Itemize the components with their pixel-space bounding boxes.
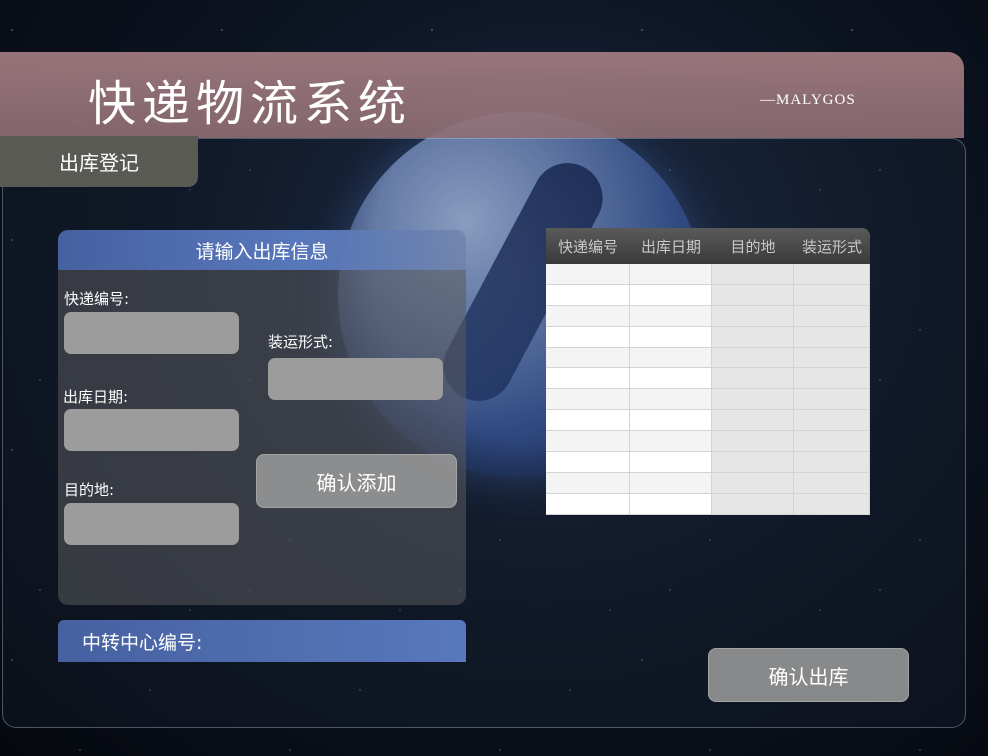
table-cell — [630, 264, 712, 285]
table-cell — [630, 410, 712, 432]
table-cell — [546, 284, 630, 306]
table-cell — [546, 305, 630, 327]
table-row[interactable] — [546, 305, 870, 327]
table-cell — [630, 389, 712, 411]
table-cell — [794, 347, 870, 369]
table-row[interactable] — [546, 368, 870, 390]
table-cell — [546, 368, 630, 390]
table-cell — [630, 326, 712, 348]
table-row[interactable] — [546, 431, 870, 453]
table-cell — [794, 389, 870, 411]
table-cell — [630, 452, 712, 473]
table-cell — [794, 410, 870, 432]
table-header: 快递编号 出库日期 目的地 装运形式 — [546, 228, 870, 264]
table-cell — [712, 305, 794, 327]
table-cell — [546, 431, 630, 453]
table-cell — [794, 431, 870, 453]
brand-signature: —MALYGOS — [760, 92, 856, 108]
table-row[interactable] — [546, 264, 870, 285]
table-cell — [712, 410, 794, 432]
table-cell — [794, 472, 870, 494]
column-header-destination[interactable]: 目的地 — [712, 228, 794, 264]
table-cell — [794, 493, 870, 515]
table-cell — [546, 410, 630, 432]
table-cell — [712, 472, 794, 494]
shipping-method-label: 装运形式: — [268, 333, 334, 351]
table-cell — [630, 472, 712, 494]
table-cell — [712, 368, 794, 390]
table-cell — [546, 493, 630, 515]
shipping-method-input[interactable] — [268, 358, 443, 400]
table-cell — [546, 264, 630, 285]
table-row[interactable] — [546, 347, 870, 369]
column-header-ship-date[interactable]: 出库日期 — [630, 228, 712, 264]
table-row[interactable] — [546, 493, 870, 515]
confirm-add-button[interactable]: 确认添加 — [256, 454, 457, 508]
table-row[interactable] — [546, 410, 870, 432]
table-cell — [630, 368, 712, 390]
table-cell — [630, 347, 712, 369]
tracking-number-label: 快递编号: — [64, 290, 130, 308]
table-cell — [712, 493, 794, 515]
tracking-number-input[interactable] — [64, 312, 239, 354]
form-title: 请输入出库信息 — [58, 230, 466, 270]
table-cell — [794, 452, 870, 473]
table-cell — [546, 472, 630, 494]
table-cell — [794, 326, 870, 348]
table-cell — [712, 326, 794, 348]
table-cell — [630, 284, 712, 306]
confirm-outbound-button[interactable]: 确认出库 — [708, 648, 909, 702]
app-title: 快递物流系统 — [88, 76, 413, 132]
column-header-shipping-method[interactable]: 装运形式 — [794, 228, 870, 264]
table-row[interactable] — [546, 326, 870, 348]
table-cell — [794, 264, 870, 285]
table-cell — [794, 305, 870, 327]
column-header-tracking-number[interactable]: 快递编号 — [546, 228, 630, 264]
transfer-center-field[interactable]: 中转中心编号: — [58, 620, 466, 662]
table-cell — [546, 326, 630, 348]
table-cell — [712, 347, 794, 369]
table-cell — [712, 431, 794, 453]
table-cell — [712, 264, 794, 285]
ship-date-label: 出库日期: — [63, 388, 129, 406]
table-row[interactable] — [546, 452, 870, 473]
table-body — [546, 264, 870, 515]
table-cell — [630, 431, 712, 453]
table-cell — [546, 389, 630, 411]
table-cell — [712, 389, 794, 411]
table-cell — [630, 493, 712, 515]
destination-label: 目的地: — [64, 481, 115, 499]
table-cell — [546, 452, 630, 473]
outbound-table: 快递编号 出库日期 目的地 装运形式 — [546, 228, 870, 515]
table-row[interactable] — [546, 472, 870, 494]
tab-outbound-registration[interactable]: 出库登记 — [0, 136, 198, 187]
table-cell — [794, 368, 870, 390]
table-row[interactable] — [546, 284, 870, 306]
table-cell — [630, 305, 712, 327]
table-cell — [712, 452, 794, 473]
table-row[interactable] — [546, 389, 870, 411]
ship-date-input[interactable] — [64, 409, 239, 451]
table-cell — [712, 284, 794, 306]
table-cell — [546, 347, 630, 369]
table-cell — [794, 284, 870, 306]
destination-input[interactable] — [64, 503, 239, 545]
